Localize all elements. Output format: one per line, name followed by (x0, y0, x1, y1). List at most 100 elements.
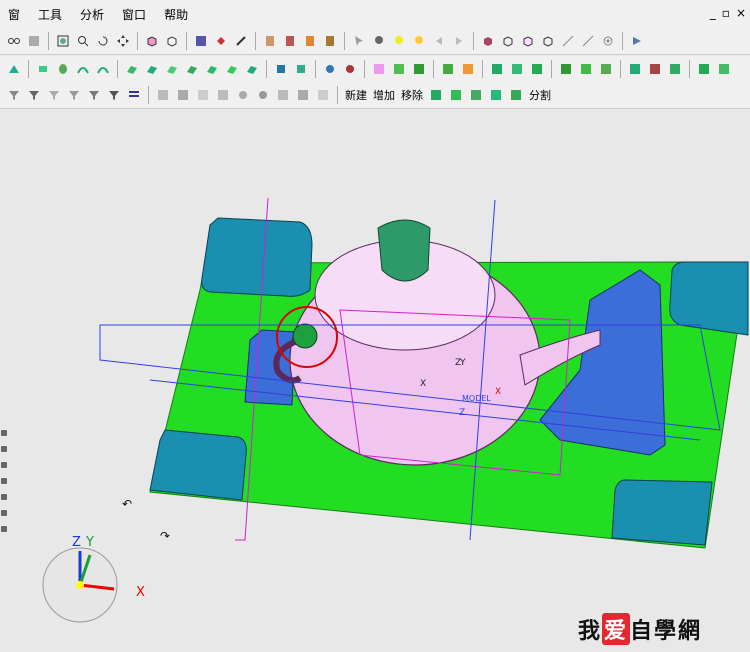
lightbulb-icon[interactable] (371, 33, 387, 49)
filter-icon-3[interactable] (46, 87, 62, 103)
left-tool-icon[interactable] (1, 478, 7, 484)
mold-icon-9[interactable] (558, 61, 574, 77)
pattern-icon[interactable] (322, 61, 338, 77)
surface-icon-6[interactable] (224, 61, 240, 77)
mold-icon-5[interactable] (460, 61, 476, 77)
section-icon[interactable] (262, 33, 278, 49)
forward-arrow-icon[interactable] (451, 33, 467, 49)
layers-icon[interactable] (26, 33, 42, 49)
feature-icon-1[interactable] (6, 61, 22, 77)
pencil-icon[interactable] (233, 33, 249, 49)
mold-op-icon-5[interactable] (508, 87, 524, 103)
tool-icon-5[interactable] (235, 87, 251, 103)
mold-icon-16[interactable] (716, 61, 732, 77)
section-icon-4[interactable] (322, 33, 338, 49)
left-tool-icon[interactable] (1, 462, 7, 468)
mold-icon-1[interactable] (371, 61, 387, 77)
tool-icon-7[interactable] (275, 87, 291, 103)
cube-icon-4[interactable] (540, 33, 556, 49)
menu-item-tools-partial[interactable]: 窗 (0, 6, 30, 23)
filter-icon-6[interactable] (106, 87, 122, 103)
minimize-button[interactable]: _ (710, 6, 716, 20)
model-viewport[interactable]: Y Z X MODEL X Z ↶ ↷ X Z Y (0, 110, 750, 649)
menu-item-window[interactable]: 窗口 (114, 6, 156, 23)
surface-icon-3[interactable] (164, 61, 180, 77)
tool-icon-9[interactable] (315, 87, 331, 103)
view-cube-icon[interactable] (144, 33, 160, 49)
book-icon-2[interactable] (293, 61, 309, 77)
mold-op-icon-2[interactable] (448, 87, 464, 103)
tool-icon-3[interactable] (195, 87, 211, 103)
mold-icon-15[interactable] (696, 61, 712, 77)
solid-cube-icon[interactable] (480, 33, 496, 49)
glasses-icon[interactable] (6, 33, 22, 49)
view-orient-icon[interactable] (164, 33, 180, 49)
close-button[interactable]: × (736, 6, 746, 20)
target-icon[interactable] (600, 33, 616, 49)
pattern-icon-2[interactable] (342, 61, 358, 77)
left-tool-icon[interactable] (1, 526, 7, 532)
mold-op-icon-1[interactable] (428, 87, 444, 103)
tool-icon-2[interactable] (175, 87, 191, 103)
menu-item-help[interactable]: 帮助 (156, 6, 198, 23)
surface-icon-4[interactable] (184, 61, 200, 77)
add-dropdown[interactable]: 增加 (373, 87, 395, 103)
wire-cube-icon[interactable] (500, 33, 516, 49)
pan-icon[interactable] (115, 33, 131, 49)
split-dropdown[interactable]: 分割 (529, 87, 551, 103)
mold-icon-4[interactable] (440, 61, 456, 77)
grid-icon[interactable] (193, 33, 209, 49)
lightbulb-yellow-icon[interactable] (411, 33, 427, 49)
rotate-icon[interactable] (95, 33, 111, 49)
left-tool-icon[interactable] (1, 430, 7, 436)
tool-icon-6[interactable] (255, 87, 271, 103)
tool-icon-8[interactable] (295, 87, 311, 103)
surface-icon-2[interactable] (144, 61, 160, 77)
section-icon-3[interactable] (302, 33, 318, 49)
mold-icon-14[interactable] (667, 61, 683, 77)
menu-item-tools[interactable]: 工具 (30, 6, 72, 23)
select-arrow-icon[interactable] (351, 33, 367, 49)
filter-icon-5[interactable] (86, 87, 102, 103)
mold-icon-2[interactable] (391, 61, 407, 77)
list-icon[interactable] (126, 87, 142, 103)
sweep-icon[interactable] (75, 61, 91, 77)
filter-icon[interactable] (6, 87, 22, 103)
mold-op-icon-4[interactable] (488, 87, 504, 103)
back-arrow-icon[interactable] (431, 33, 447, 49)
restore-button[interactable]: ▫ (722, 6, 730, 20)
new-dropdown[interactable]: 新建 (345, 87, 367, 103)
mold-icon-3[interactable] (411, 61, 427, 77)
mold-icon-7[interactable] (509, 61, 525, 77)
mold-icon-10[interactable] (578, 61, 594, 77)
menu-item-analysis[interactable]: 分析 (72, 6, 114, 23)
mold-op-icon-3[interactable] (468, 87, 484, 103)
paint-bucket-icon[interactable] (213, 33, 229, 49)
lightbulb-on-icon[interactable] (391, 33, 407, 49)
mold-icon-12[interactable] (627, 61, 643, 77)
left-tool-icon[interactable] (1, 510, 7, 516)
mold-icon-11[interactable] (598, 61, 614, 77)
line-icon-2[interactable] (580, 33, 596, 49)
revolve-icon[interactable] (55, 61, 71, 77)
extrude-icon[interactable] (35, 61, 51, 77)
surface-icon-5[interactable] (204, 61, 220, 77)
mold-icon-13[interactable] (647, 61, 663, 77)
mold-icon-8[interactable] (529, 61, 545, 77)
blend-icon[interactable] (95, 61, 111, 77)
surface-icon-7[interactable] (244, 61, 260, 77)
mold-icon-6[interactable] (489, 61, 505, 77)
zoom-icon[interactable] (75, 33, 91, 49)
left-tool-icon[interactable] (1, 494, 7, 500)
surface-icon-1[interactable] (124, 61, 140, 77)
tool-icon-4[interactable] (215, 87, 231, 103)
fit-view-icon[interactable] (55, 33, 71, 49)
settings-icon[interactable] (629, 33, 645, 49)
section-icon-2[interactable] (282, 33, 298, 49)
remove-dropdown[interactable]: 移除 (401, 87, 423, 103)
tool-icon-1[interactable] (155, 87, 171, 103)
left-tool-icon[interactable] (1, 446, 7, 452)
line-icon[interactable] (560, 33, 576, 49)
filter-icon-2[interactable] (26, 87, 42, 103)
book-icon[interactable] (273, 61, 289, 77)
